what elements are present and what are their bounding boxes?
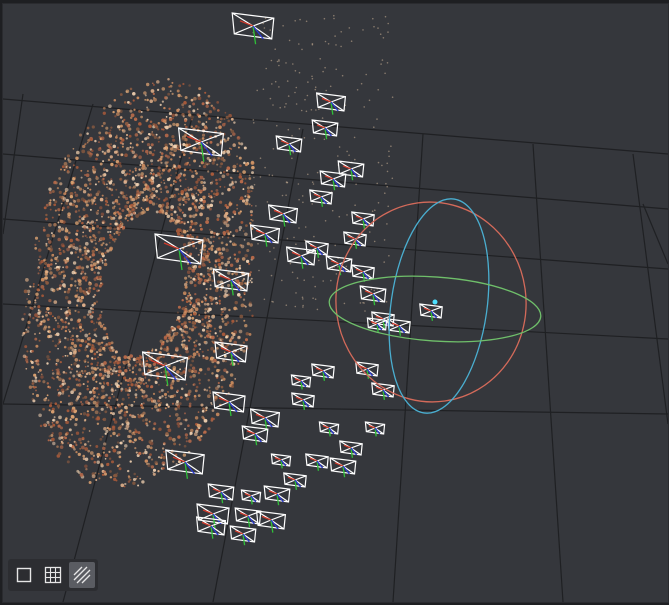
scene-canvas[interactable] — [3, 4, 668, 602]
wireframe-view-button[interactable] — [69, 562, 95, 588]
solid-view-button[interactable] — [11, 562, 37, 588]
hatch-icon — [73, 566, 91, 584]
3d-viewport[interactable] — [2, 3, 669, 603]
camera-frustums — [141, 12, 443, 546]
grid-view-button[interactable] — [40, 562, 66, 588]
grid-icon — [44, 566, 62, 584]
view-mode-toolbar — [8, 559, 98, 591]
point-cloud — [21, 14, 394, 488]
square-icon — [16, 567, 32, 583]
